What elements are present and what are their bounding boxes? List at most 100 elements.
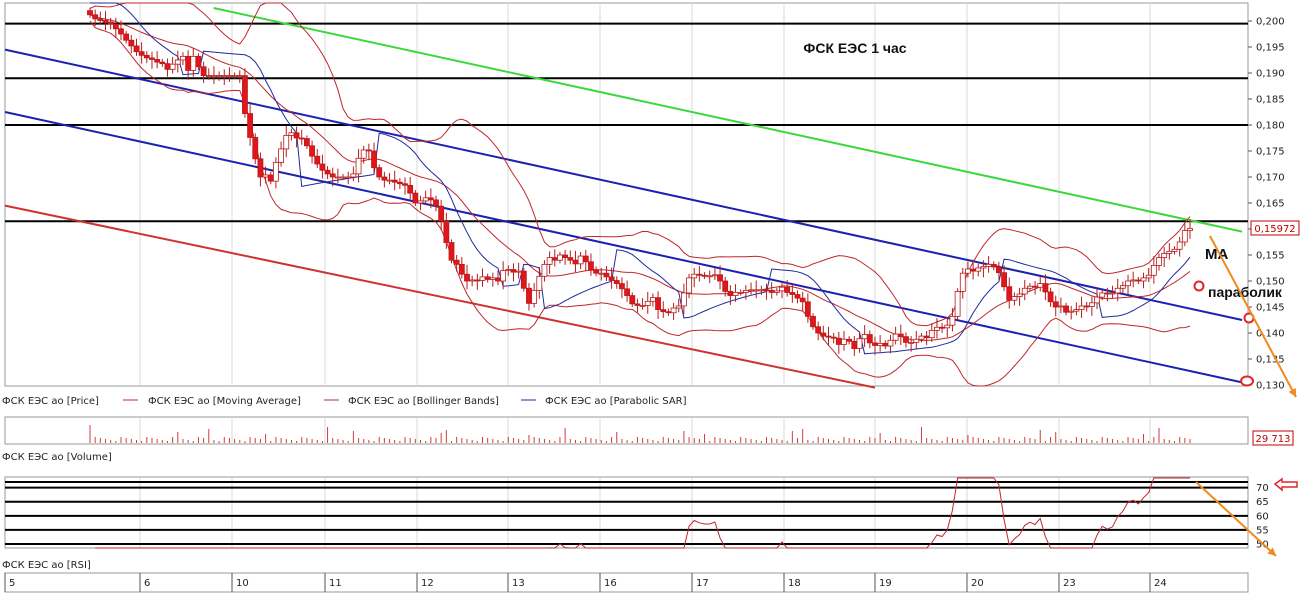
x-axis-frame	[4, 572, 1249, 593]
candle-body	[980, 266, 987, 269]
candle-body	[205, 75, 212, 77]
candle-body	[557, 254, 563, 261]
candle-body	[1073, 309, 1080, 312]
price-tick-label: 0,185	[1256, 95, 1285, 106]
price-tick-label: 0,170	[1256, 173, 1285, 184]
candle-body	[897, 333, 904, 338]
x-tick-label: 5	[9, 578, 15, 589]
last-price-label: 0,15972	[1254, 224, 1295, 235]
legend-price: ФСК ЕЭС ао [Price]	[2, 396, 99, 407]
legend-moving-average: ФСК ЕЭС ао [Moving Average]	[148, 396, 301, 407]
candle-body	[278, 148, 284, 163]
candle-body	[87, 10, 93, 16]
candle-body	[613, 280, 620, 285]
candle-body	[102, 20, 109, 23]
channel-bottom-marker	[1240, 375, 1254, 387]
x-tick-label: 12	[421, 578, 434, 589]
candle-body	[1016, 293, 1023, 297]
candle-body	[1042, 283, 1049, 293]
price-tick-label: 0,190	[1256, 69, 1285, 80]
candle-body	[345, 176, 352, 179]
price-tick-label: 0,130	[1256, 381, 1285, 392]
candle-body	[164, 63, 171, 70]
candle-body	[742, 289, 749, 293]
candle-body	[1099, 292, 1106, 298]
candle-body	[1176, 241, 1183, 250]
x-tick-label: 19	[879, 578, 892, 589]
candle-body	[355, 157, 362, 175]
candle-body	[200, 66, 207, 77]
candle-body	[1135, 279, 1142, 282]
candle-body	[877, 342, 884, 346]
candle-body	[701, 274, 708, 277]
candle-body	[1032, 285, 1038, 288]
candle-body	[1083, 305, 1090, 308]
candle-body	[495, 277, 501, 282]
candle-body	[990, 263, 997, 268]
candle-body	[675, 305, 682, 309]
candle-body	[546, 257, 553, 265]
legend-parabolic-sar: ФСК ЕЭС ао [Parabolic SAR]	[545, 396, 687, 407]
candle-body	[1119, 285, 1126, 289]
x-tick-label: 18	[788, 578, 801, 589]
candle-body	[334, 176, 341, 179]
candle-body	[412, 192, 419, 204]
candle-body	[1140, 277, 1147, 282]
candle-body	[112, 23, 119, 30]
candle-body	[427, 197, 434, 201]
candle-body	[396, 181, 403, 185]
candle-body	[603, 272, 610, 278]
candle-body	[619, 283, 625, 290]
candle-body	[624, 288, 630, 296]
price-tick-label: 0,195	[1256, 43, 1285, 54]
candle-body	[784, 286, 791, 293]
volume-panel-frame	[4, 416, 1249, 445]
x-tick-label: 23	[1063, 578, 1076, 589]
candle-body	[593, 269, 600, 274]
candle-body	[830, 336, 837, 339]
candle-body	[996, 266, 1002, 274]
candle-body	[634, 303, 641, 306]
candle-body	[1094, 296, 1100, 304]
candle-body	[598, 272, 605, 275]
candle-body	[794, 294, 801, 299]
candle-body	[810, 315, 816, 328]
candle-body	[489, 277, 496, 280]
x-tick-label: 20	[971, 578, 984, 589]
candle-body	[221, 75, 228, 77]
candle-body	[913, 338, 920, 343]
candle-body	[985, 263, 992, 267]
candle-body	[562, 254, 569, 258]
candle-body	[732, 292, 739, 296]
candle-body	[407, 184, 414, 194]
candle-body	[298, 137, 305, 140]
candle-body	[763, 289, 770, 292]
x-tick-label: 6	[144, 578, 150, 589]
candle-body	[371, 150, 377, 169]
candle-body	[1027, 285, 1033, 289]
candle-body	[195, 55, 202, 68]
candle-body	[582, 255, 589, 263]
candle-body	[903, 336, 909, 343]
candle-body	[1006, 286, 1013, 301]
candle-body	[722, 280, 729, 292]
candle-body	[236, 75, 243, 77]
price-tick-label: 0,200	[1256, 17, 1285, 28]
candle-body	[324, 169, 331, 175]
candle-body	[169, 63, 176, 70]
candle-body	[970, 268, 976, 272]
candle-body	[835, 337, 842, 345]
candle-body	[309, 145, 315, 157]
candle-body	[376, 167, 383, 178]
candle-body	[577, 255, 584, 265]
rsi-tick-label: 55	[1256, 525, 1269, 536]
candle-body	[768, 289, 775, 293]
legend-bollinger: ФСК ЕЭС ао [Bollinger Bands]	[348, 396, 499, 407]
candle-body	[815, 326, 822, 334]
x-tick-label: 13	[512, 578, 525, 589]
candle-body	[1161, 253, 1168, 259]
x-tick-label: 17	[696, 578, 709, 589]
candle-body	[433, 199, 439, 207]
candle-body	[686, 277, 692, 294]
candle-body	[128, 39, 135, 47]
